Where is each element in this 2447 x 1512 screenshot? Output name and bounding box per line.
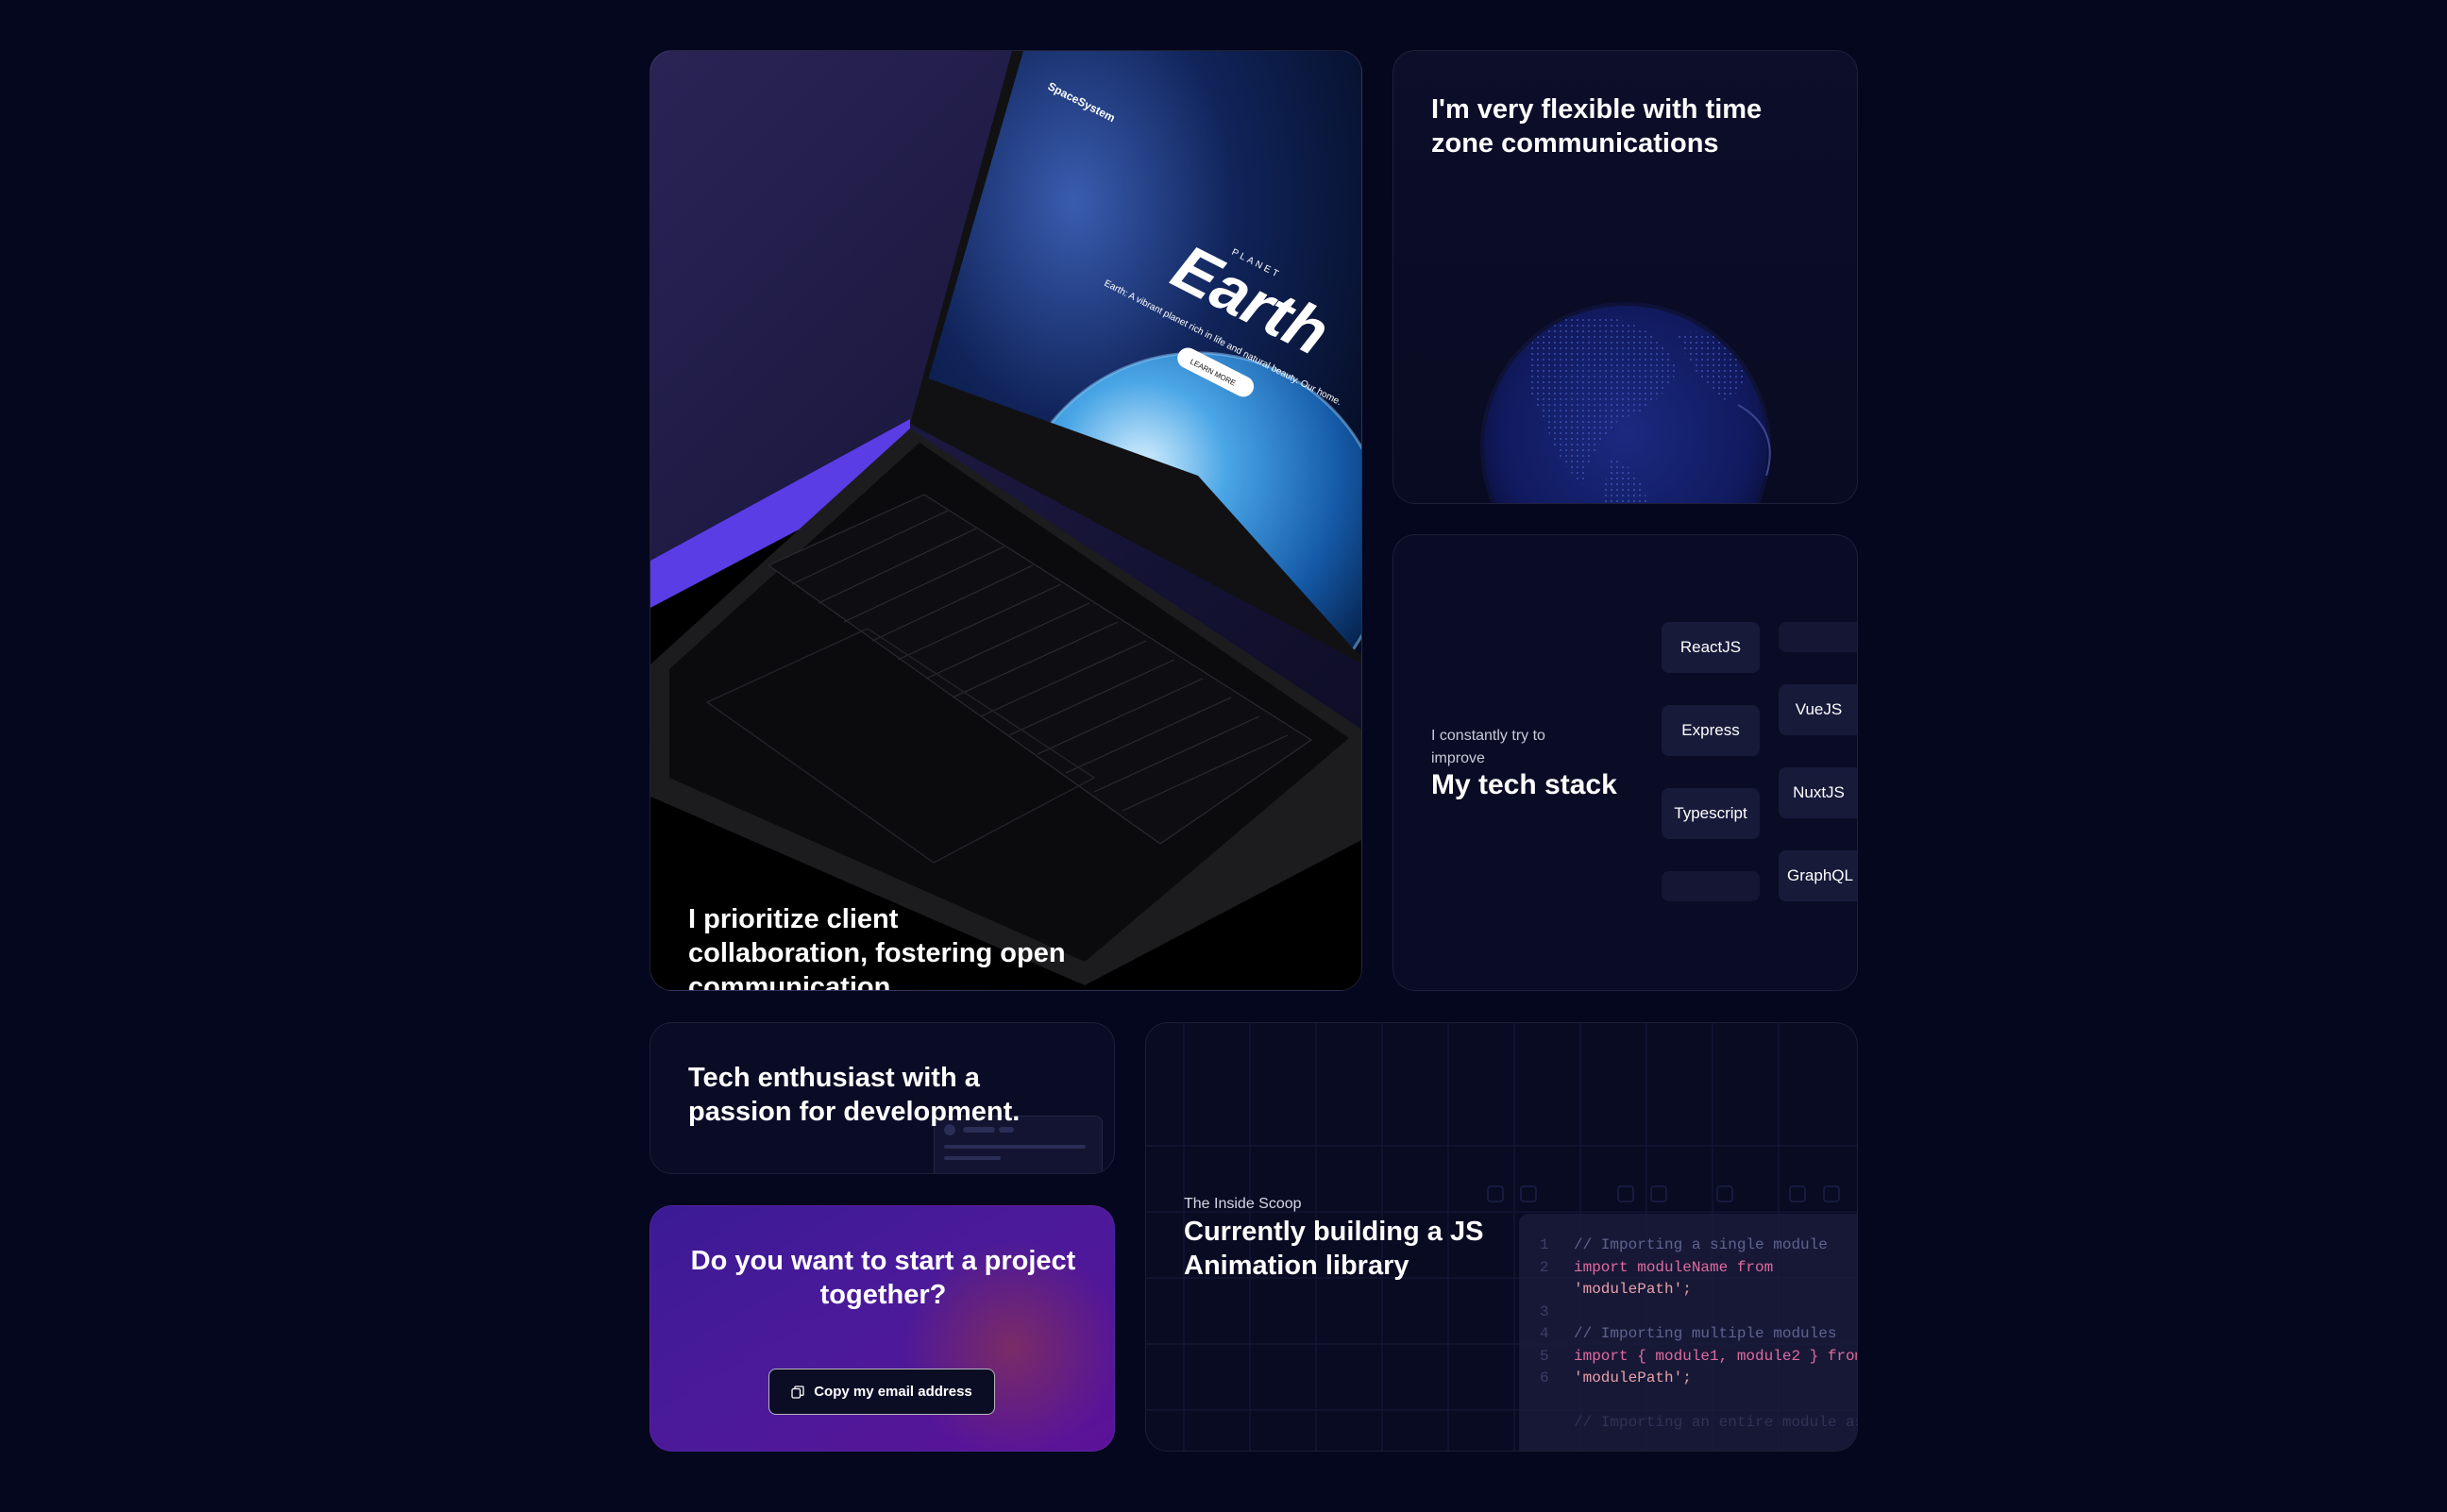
tech-chip-express: Express — [1662, 705, 1760, 756]
code-line: import { module1, module2 } from — [1574, 1347, 1858, 1365]
tech-stack-card: I constantly try to improve My tech stac… — [1392, 534, 1858, 991]
line-number: 4 — [1540, 1325, 1549, 1342]
cta-title: Do you want to start a project together? — [690, 1246, 1076, 1310]
globe-illustration — [1480, 302, 1771, 503]
collaboration-title: I prioritize client collaboration, foste… — [688, 904, 1066, 991]
copy-icon — [791, 1385, 804, 1399]
inside-scoop-card: The Inside Scoop Currently building a JS… — [1145, 1022, 1858, 1452]
line-number: 6 — [1540, 1369, 1549, 1386]
tech-chip-reactjs: ReactJS — [1662, 622, 1760, 673]
tech-chip-vuejs: VueJS — [1779, 684, 1857, 735]
line-number: 3 — [1540, 1302, 1549, 1320]
code-line: 'modulePath'; — [1574, 1369, 1692, 1386]
line-number: 5 — [1540, 1347, 1549, 1365]
enthusiast-title: Tech enthusiast with a passion for devel… — [688, 1063, 1021, 1127]
tech-stack-subtitle: I constantly try to improve — [1431, 728, 1545, 766]
tech-stack-title: My tech stack — [1431, 769, 1617, 800]
timezone-card: I'm very flexible with time zone communi… — [1392, 50, 1858, 504]
tech-chip-nuxtjs: NuxtJS — [1779, 767, 1857, 818]
copy-email-button[interactable]: Copy my email address — [768, 1369, 995, 1415]
tech-chip-placeholder — [1662, 871, 1760, 901]
code-line: // Importing a single module — [1574, 1236, 1828, 1253]
line-number: 1 — [1540, 1236, 1549, 1253]
tech-chip-typescript: Typescript — [1662, 788, 1760, 839]
code-line: // Importing an entire module as — [1574, 1414, 1858, 1431]
line-number: 2 — [1540, 1258, 1549, 1276]
laptop-illustration: SpaceSystem PLANET Earth Earth: A vibran… — [650, 51, 1361, 990]
code-line: // Importing multiple modules — [1574, 1325, 1837, 1342]
tech-chip-placeholder — [1779, 622, 1857, 652]
enthusiast-card: Tech enthusiast with a passion for devel… — [650, 1022, 1115, 1174]
copy-email-label: Copy my email address — [814, 1384, 972, 1400]
scoop-eyebrow: The Inside Scoop — [1184, 1196, 1302, 1212]
code-line: 'modulePath'; — [1574, 1281, 1692, 1298]
cta-card: Do you want to start a project together?… — [650, 1205, 1115, 1452]
scoop-title: Currently building a JS Animation librar… — [1184, 1217, 1484, 1281]
collaboration-card: SpaceSystem PLANET Earth Earth: A vibran… — [650, 50, 1362, 991]
code-line: import moduleName from — [1574, 1258, 1774, 1276]
tech-chip-graphql: GraphQL — [1779, 850, 1857, 901]
code-snippet: 1 // Importing a single module 2 import … — [1519, 1214, 1858, 1451]
